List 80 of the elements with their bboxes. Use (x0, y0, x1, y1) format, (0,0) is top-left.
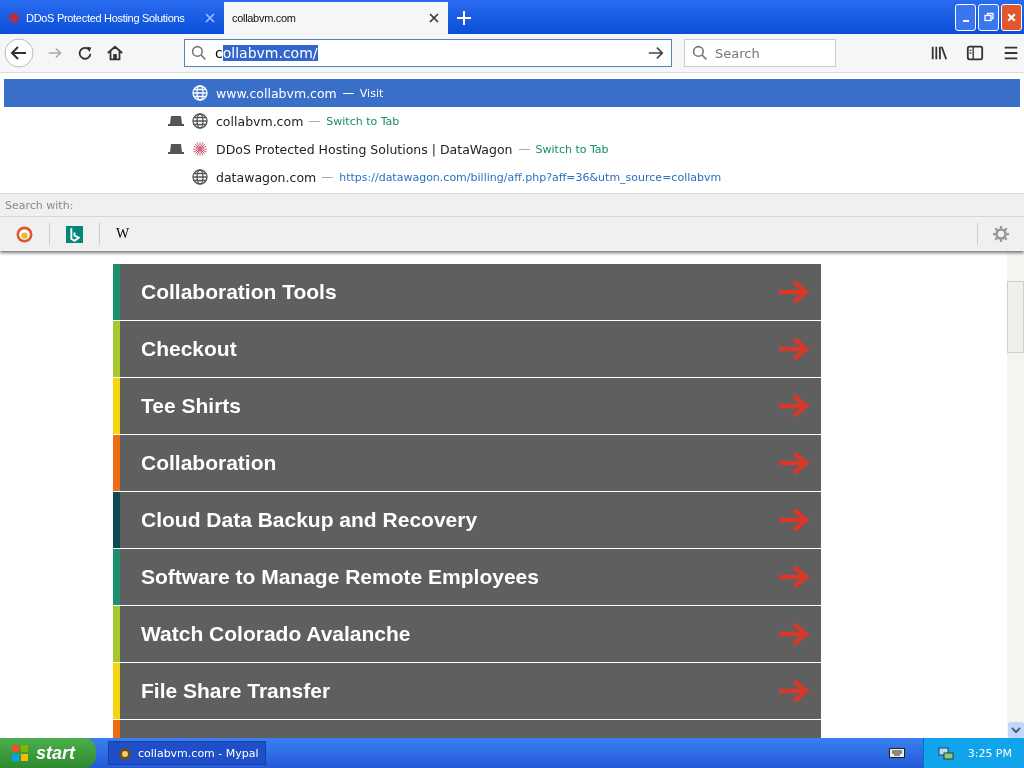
link-label: Watch Colorado Avalanche (141, 622, 412, 646)
related-link[interactable]: Collaboration Tools (113, 264, 821, 320)
app-icon (117, 745, 133, 761)
close-icon[interactable] (428, 12, 440, 24)
settings-icon[interactable] (992, 225, 1010, 243)
close-icon (1006, 11, 1017, 23)
related-link[interactable]: Software to Manage Remote Employees (113, 549, 821, 605)
taskbar-button[interactable]: collabvm.com - Mypal (108, 741, 266, 765)
link-label: Collaboration (141, 451, 278, 475)
search-with-label: Search with: (5, 198, 74, 212)
keyboard-icon[interactable] (888, 747, 905, 759)
suggestion-item[interactable]: DDoS Protected Hosting Solutions | DataWagon Switch to Tab (4, 135, 1020, 163)
related-link[interactable]: Collaboration (113, 435, 821, 491)
home-icon[interactable] (106, 44, 124, 62)
network-icon[interactable] (937, 745, 954, 761)
link-label: File Share Transfer (141, 679, 332, 703)
tab-title: DDoS Protected Hosting Solutions (26, 12, 186, 24)
restore-button[interactable] (978, 3, 999, 31)
related-link[interactable]: Checkout (113, 321, 821, 377)
back-icon[interactable] (4, 38, 34, 68)
arrow-icon (777, 564, 811, 590)
link-label: Collaboration Tools (141, 280, 338, 304)
menu-icon[interactable] (1002, 44, 1020, 62)
windows-logo-icon (10, 743, 30, 763)
suggestion-item[interactable]: datawagon.com https://datawagon.com/billing/aff.php?aff=36&utm_source=collabvm (4, 163, 1020, 191)
arrow-icon (777, 621, 811, 647)
related-link[interactable]: Cloud Data Backup and Recovery (113, 492, 821, 548)
suggestion-action: Switch to Tab (326, 114, 400, 128)
link-label: Cloud Data Backup and Recovery (141, 508, 479, 532)
clock: 3:25 PM (967, 746, 1012, 760)
suggestion-item[interactable]: www.collabvm.com Visit (4, 79, 1020, 107)
go-arrow-icon[interactable] (647, 44, 665, 62)
favicon-icon (8, 12, 20, 24)
suggestion-item[interactable]: collabvm.com Switch to Tab (4, 107, 1020, 135)
globe-icon (192, 113, 208, 129)
suggestion-action: Switch to Tab (535, 142, 609, 156)
link-label: Tee Shirts (141, 394, 242, 418)
reload-icon[interactable] (76, 44, 94, 62)
sidebar-icon[interactable] (966, 44, 984, 62)
arrow-icon (777, 279, 811, 305)
restore-icon (983, 12, 994, 22)
related-link[interactable]: File Share Transfer (113, 663, 821, 719)
suggestion-title: datawagon.com (216, 169, 317, 185)
link-label: Checkout (141, 337, 238, 361)
browser-tab[interactable]: collabvm.com (224, 2, 448, 34)
minimize-icon (962, 20, 969, 22)
scrollbar[interactable] (1007, 251, 1024, 738)
new-tab-icon[interactable] (456, 10, 472, 26)
search-engine-button[interactable] (64, 223, 85, 245)
globe-icon (192, 85, 208, 101)
duck-icon (16, 225, 33, 243)
related-link[interactable]: Watch Colorado Avalanche (113, 606, 821, 662)
arrow-icon (777, 450, 811, 476)
suggestion-action: Visit (359, 86, 384, 100)
search-engine-button[interactable]: W (114, 224, 132, 244)
suggestion-title: www.collabvm.com (216, 85, 337, 101)
search-field[interactable]: Search (684, 39, 836, 67)
address-bar[interactable]: collabvm.com/ (184, 39, 672, 67)
link-label: Software to Manage Remote Employees (141, 565, 540, 589)
browser-tab[interactable]: DDoS Protected Hosting Solutions (0, 2, 224, 34)
start-button[interactable]: start (0, 738, 96, 768)
arrow-icon (777, 336, 811, 362)
search-icon (191, 45, 207, 61)
minimize-button[interactable] (955, 3, 976, 31)
arrow-icon (777, 507, 811, 533)
tab-title: collabvm.com (232, 12, 297, 24)
library-icon[interactable] (930, 44, 948, 62)
arrow-icon (777, 393, 811, 419)
bing-icon (66, 225, 83, 243)
suggestion-url: https://datawagon.com/billing/aff.php?aff=36&utm_source=collabvm (339, 170, 722, 184)
search-icon (692, 45, 708, 61)
scrollbar-thumb[interactable] (1007, 281, 1024, 353)
starburst-icon (192, 141, 208, 157)
suggestion-title: DDoS Protected Hosting Solutions | DataWagon (216, 141, 513, 157)
close-button[interactable] (1001, 3, 1022, 31)
suggestion-title: collabvm.com (216, 113, 304, 129)
scroll-down-icon[interactable] (1007, 722, 1024, 738)
related-link[interactable]: Tee Shirts (113, 378, 821, 434)
globe-icon (192, 169, 208, 185)
arrow-icon (777, 678, 811, 704)
